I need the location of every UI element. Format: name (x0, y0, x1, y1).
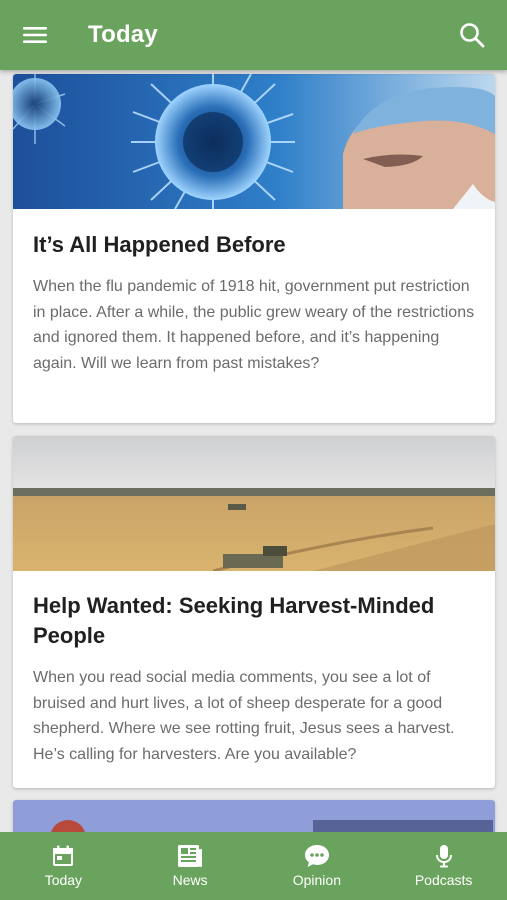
article-title[interactable]: Help Wanted: Seeking Harvest-Minded Peop… (13, 591, 495, 651)
newspaper-icon (178, 845, 203, 867)
nav-label: Podcasts (414, 872, 473, 888)
article-card[interactable]: It’s All Happened Before When the flu pa… (13, 74, 495, 423)
nav-label: Opinion (292, 872, 341, 888)
menu-button[interactable] (0, 0, 70, 70)
article-card[interactable]: Help Wanted: Seeking Harvest-Minded Peop… (13, 436, 495, 788)
article-summary: When you read social media comments, you… (33, 669, 455, 763)
nav-podcasts[interactable]: Podcasts (380, 832, 507, 900)
article-image-virus (13, 74, 495, 209)
calendar-icon (53, 845, 74, 866)
hamburger-menu-icon (23, 27, 47, 43)
article-summary: When the flu pandemic of 1918 hit, gover… (33, 278, 475, 372)
nav-today[interactable]: Today (0, 832, 127, 900)
chat-bubble-icon (304, 845, 329, 867)
article-image-partial (13, 800, 495, 832)
article-card[interactable] (13, 800, 495, 832)
nav-opinion[interactable]: Opinion (254, 832, 381, 900)
nav-news[interactable]: News (127, 832, 254, 900)
nav-label: News (172, 872, 208, 888)
nav-label: Today (44, 872, 83, 888)
search-icon (460, 23, 485, 48)
article-feed[interactable]: It’s All Happened Before When the flu pa… (0, 70, 507, 832)
page-title: Today (88, 21, 158, 48)
bottom-navigation: Today News Opinion Podcasts (0, 832, 507, 900)
article-image-wheat-field (13, 436, 495, 571)
article-title[interactable]: It’s All Happened Before (13, 230, 495, 260)
app-bar: Today (0, 0, 507, 70)
search-button[interactable] (437, 0, 507, 70)
microphone-icon (435, 845, 452, 868)
